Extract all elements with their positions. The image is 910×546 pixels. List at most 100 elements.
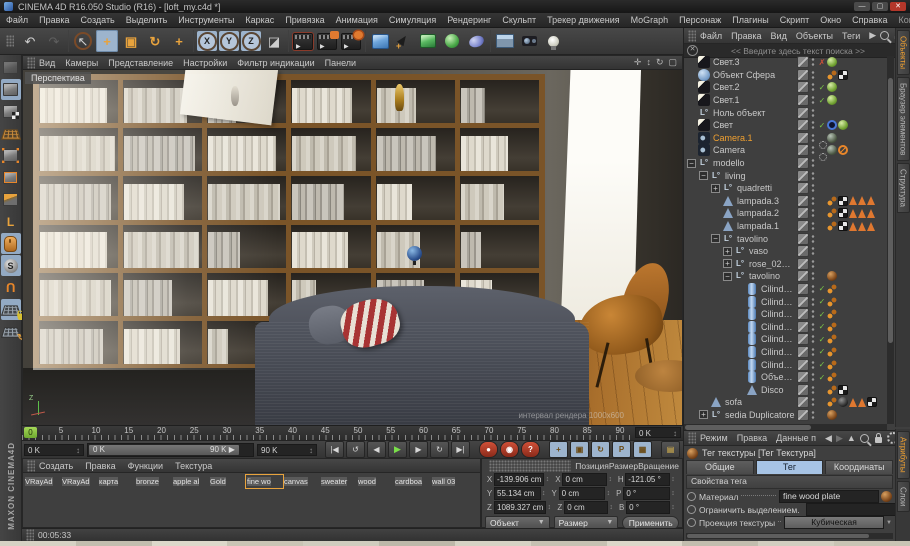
greenball-tag-icon[interactable] (827, 95, 837, 105)
lock-y-axis-button[interactable]: Y (219, 31, 239, 51)
om-menu-Объекты[interactable]: Объекты (796, 31, 833, 41)
attr-grip[interactable] (688, 432, 696, 444)
stepper-icon[interactable]: ↕ (309, 445, 313, 457)
add-environment-button[interactable] (494, 30, 516, 52)
pan-view-icon[interactable]: ✛ (634, 57, 642, 68)
current-frame-field[interactable]: ↕0 K (24, 444, 84, 456)
material-wall-03[interactable]: wall 03 (432, 476, 467, 487)
taskbar-item[interactable] (379, 541, 455, 546)
coords-value-field[interactable]: 0 cm (559, 487, 606, 500)
checker-tag-icon[interactable] (867, 397, 877, 407)
collapse-icon[interactable]: − (687, 159, 696, 168)
viewport-label[interactable]: Перспектива (25, 72, 91, 84)
snap-toggle-button[interactable]: S (1, 255, 21, 276)
material-fine-wo[interactable]: fine wo (247, 476, 282, 487)
add-generator-button[interactable] (417, 30, 439, 52)
coords-grip[interactable] (489, 460, 571, 472)
object-label[interactable]: Свет.1 (713, 95, 795, 105)
menu-Симуляция[interactable]: Симуляция (389, 15, 436, 25)
expand-icon[interactable]: + (723, 247, 732, 256)
expand-icon[interactable]: + (711, 184, 720, 193)
visibility-toggle[interactable] (797, 207, 809, 219)
visibility-toggle[interactable] (797, 144, 809, 156)
object-row[interactable]: Свет.3✗ (684, 56, 887, 69)
goto-end-button[interactable]: ▶| (451, 441, 470, 458)
editor-render-dots[interactable] (811, 297, 815, 307)
object-label[interactable]: Cilindro.1 (761, 322, 795, 332)
attribute-dropdown[interactable]: Кубическая (784, 516, 884, 529)
blackball-tag-icon[interactable] (838, 397, 848, 407)
viewport-3d-scene[interactable]: Перспектива интервал рендера 1000x600 Z (23, 70, 682, 425)
visibility-toggle[interactable] (797, 132, 809, 144)
brownball-tag-icon[interactable] (827, 271, 837, 281)
menu-Окно[interactable]: Окно (820, 15, 841, 25)
anim-dot-icon[interactable] (687, 492, 696, 501)
editor-render-dots[interactable] (811, 70, 815, 80)
object-label[interactable]: Camera (713, 145, 795, 155)
minimize-button[interactable]: — (854, 2, 870, 11)
editor-render-dots[interactable] (811, 57, 815, 67)
object-label[interactable]: Cilindro Duplicatore.1 (761, 347, 795, 357)
menu-Плагины[interactable]: Плагины (732, 15, 768, 25)
zoom-view-icon[interactable]: ↕ (646, 57, 651, 68)
brownball-tag-icon[interactable] (827, 410, 837, 420)
maximize-button[interactable]: ▢ (872, 2, 888, 11)
editor-render-dots[interactable] (811, 133, 815, 143)
material-VRayAd[interactable]: VRayAd (62, 476, 97, 487)
coords-value-field[interactable]: 55.134 cm (494, 487, 541, 500)
object-label[interactable]: sedia Duplicatore (725, 410, 795, 420)
visibility-toggle[interactable] (797, 258, 809, 270)
menu-Каркас[interactable]: Каркас (245, 15, 274, 25)
toolbar-grip[interactable] (6, 35, 14, 47)
attr-horizontal-scrollbar[interactable] (686, 533, 893, 539)
add-light-button[interactable] (542, 30, 564, 52)
object-label[interactable]: Cilindro.2 (761, 297, 795, 307)
object-label[interactable]: rose_02_03 (0.32 m) (749, 259, 795, 269)
lock-icon[interactable] (875, 437, 882, 443)
attr-tab-Координаты[interactable]: Координаты (825, 460, 893, 474)
model-mode-button[interactable] (1, 79, 21, 100)
render-view-button[interactable] (292, 30, 314, 52)
orangedots-tag-icon[interactable] (827, 360, 837, 370)
viewport-menu-Камеры[interactable]: Камеры (65, 58, 98, 68)
cycle-button[interactable]: ↺ (346, 441, 365, 458)
coords-value-field[interactable]: 1089.327 cm (494, 501, 546, 514)
object-label[interactable]: Cilindro.2 Duplicatore (761, 284, 795, 294)
attr-menu-Режим[interactable]: Режим (700, 433, 728, 443)
menu-Справка[interactable]: Справка (852, 15, 887, 25)
add-spline-button[interactable] (393, 30, 415, 52)
object-label[interactable]: lampada.3 (737, 196, 795, 206)
tri-tag-icon[interactable] (858, 222, 866, 231)
object-label[interactable]: sofa (725, 397, 795, 407)
close-button[interactable]: ✕ (890, 2, 906, 11)
render-picture-viewer-button[interactable] (316, 30, 338, 52)
points-mode-button[interactable] (1, 145, 21, 166)
tree-vertical-scrollbar[interactable] (887, 56, 894, 424)
attr-tab-Тег[interactable]: Тег (756, 460, 824, 474)
interactive-workplane-button[interactable]: ↻ (1, 321, 21, 342)
stepper-icon[interactable]: ↕ (605, 490, 611, 497)
scale-tool[interactable]: ▣ (120, 30, 142, 52)
editor-render-dots[interactable] (811, 145, 815, 155)
object-row[interactable]: sofa (684, 396, 887, 409)
editor-render-dots[interactable] (811, 171, 815, 181)
object-row[interactable]: +L°vaso (684, 245, 887, 258)
orangedots-tag-icon[interactable] (827, 322, 837, 332)
coordinate-system-button[interactable]: ◪ (263, 30, 285, 52)
stepper-icon[interactable]: ↕ (607, 476, 613, 483)
editor-render-dots[interactable] (811, 82, 815, 92)
tri-tag-icon[interactable] (867, 222, 875, 231)
menu-Скрипт[interactable]: Скрипт (780, 15, 809, 25)
lock-workplane-button[interactable] (1, 299, 21, 320)
record-rotation-toggle[interactable]: ↻ (591, 441, 610, 458)
material-VRayAd[interactable]: VRayAd (25, 476, 60, 487)
autokeying-button[interactable]: ◉ (500, 441, 519, 458)
taskbar-item[interactable] (76, 541, 152, 546)
render-settings-button[interactable] (340, 30, 362, 52)
object-axis-mode-button[interactable]: L (1, 211, 21, 232)
tri-tag-icon[interactable] (858, 209, 866, 218)
orangedots-tag-icon[interactable] (827, 397, 837, 407)
menu-MoGraph[interactable]: MoGraph (631, 15, 669, 25)
visibility-toggle[interactable] (797, 157, 809, 169)
stepper-icon[interactable]: ↕ (546, 504, 552, 511)
